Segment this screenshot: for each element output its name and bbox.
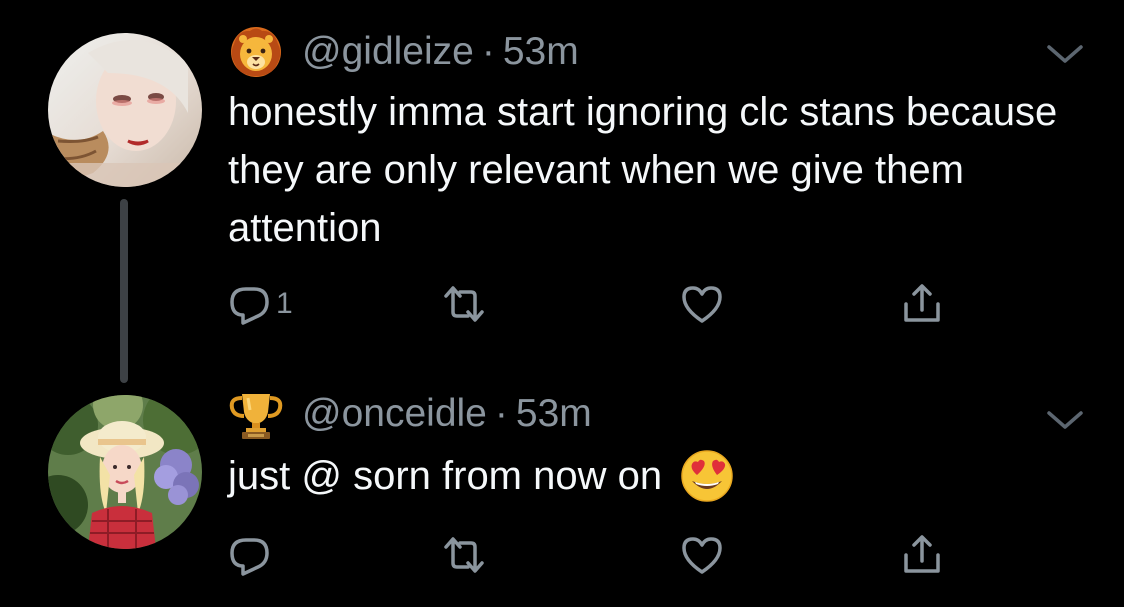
author-handle[interactable]: @gidleize (302, 30, 474, 74)
tweet-text: honestly imma start ignoring clc stans b… (228, 90, 1058, 250)
chevron-down-icon[interactable] (1045, 408, 1085, 432)
avatar-photo (48, 33, 202, 187)
retweet-button[interactable] (442, 280, 486, 328)
reply-count: 1 (276, 287, 293, 320)
share-icon (904, 535, 940, 573)
chevron-down-icon[interactable] (1045, 42, 1085, 66)
timestamp[interactable]: 53m (503, 30, 579, 74)
tweet-header: @onceidle · 53m (228, 388, 592, 440)
share-button[interactable] (900, 280, 944, 328)
tweet[interactable]: @gidleize · 53m honestly imma start igno… (0, 0, 1124, 383)
avatar[interactable] (48, 33, 202, 187)
reply-icon (230, 287, 269, 325)
reply-button[interactable]: 1 (228, 280, 293, 328)
avatar[interactable] (48, 395, 202, 549)
meta-separator: · (494, 392, 508, 435)
meta-separator: · (481, 30, 495, 73)
timestamp[interactable]: 53m (516, 392, 592, 436)
trophy-emoji-icon (228, 388, 284, 440)
heart-icon (682, 537, 722, 574)
tweet[interactable]: @onceidle · 53m just @ sorn from now on (0, 380, 1124, 607)
retweet-button[interactable] (442, 531, 486, 579)
tweet-text-content: just @ sorn from now on (228, 454, 663, 498)
retweet-icon (444, 537, 484, 573)
thread-connector-line (120, 199, 128, 383)
retweet-icon (444, 286, 484, 322)
lion-emoji-icon (228, 26, 284, 78)
reply-button[interactable] (228, 531, 276, 579)
tweet-header: @gidleize · 53m (228, 26, 579, 78)
tweet-text: just @ sorn from now on (228, 447, 1088, 505)
tweet-actions: 1 (228, 280, 988, 328)
like-button[interactable] (680, 531, 724, 579)
share-icon (904, 284, 940, 322)
author-handle[interactable]: @onceidle (302, 392, 487, 436)
share-button[interactable] (900, 531, 944, 579)
avatar-photo (48, 395, 202, 549)
tweet-actions (228, 531, 988, 579)
reply-icon (230, 538, 269, 576)
heart-icon (682, 286, 722, 323)
heart-eyes-emoji-icon (680, 449, 734, 503)
like-button[interactable] (680, 280, 724, 328)
